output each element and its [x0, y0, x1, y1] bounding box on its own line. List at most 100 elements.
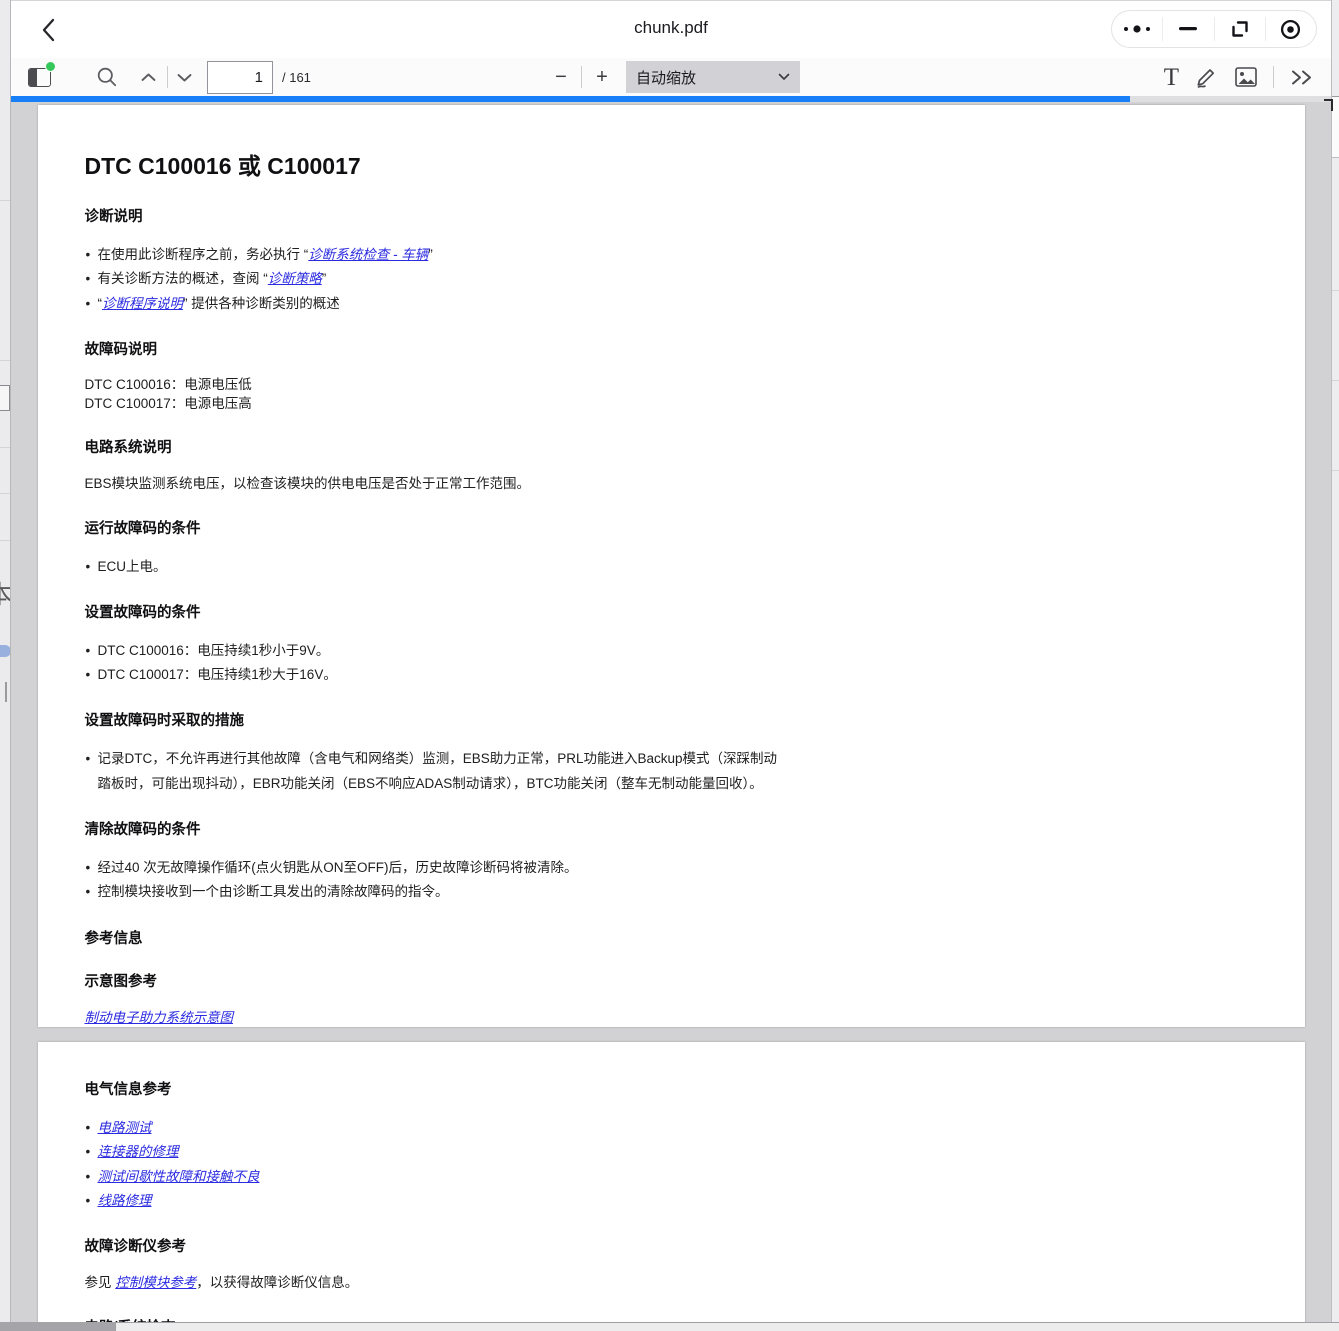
divider [1332, 290, 1339, 291]
divider [1273, 66, 1274, 88]
section-heading: 参考信息 [85, 927, 785, 948]
notification-dot [45, 61, 56, 72]
double-chevron-right-icon [1290, 69, 1315, 86]
paragraph: DTC C100016：电源电压低DTC C100017：电源电压高 [85, 376, 785, 414]
pdf-toolbar: / 161 − + 自动缩放 T [11, 58, 1331, 96]
section-heading: 设置故障码的条件 [85, 601, 785, 622]
bullet-item: 记录DTC，不允许再进行其他故障（含电气和网络类）监测，EBS助力正常，PRL功… [85, 747, 785, 796]
bullet-item: DTC C100017：电压持续1秒大于16V。 [85, 663, 785, 687]
chevron-down-icon [176, 72, 193, 83]
doc-link[interactable]: 线路修理 [98, 1193, 152, 1208]
doc-link[interactable]: 诊断程序说明 [102, 296, 183, 311]
zoom-out-button[interactable]: − [551, 66, 571, 89]
doc-link[interactable]: 诊断系统检查 - 车辆 [308, 247, 428, 262]
text-tool-button[interactable]: T [1164, 65, 1179, 90]
circle-dot-icon [1279, 18, 1302, 41]
page-number-input[interactable] [207, 61, 273, 94]
section-heading: 电气信息参考 [85, 1078, 785, 1099]
bullet-item: 线路修理 [85, 1189, 785, 1213]
restore-icon [1230, 19, 1250, 39]
bullet-item: DTC C100016：电压持续1秒小于9V。 [85, 639, 785, 663]
background-window-left-edge: 本 [0, 0, 11, 1331]
float-record-button[interactable] [1266, 11, 1316, 47]
clipped-panel-fragment [1332, 96, 1339, 158]
chevron-down-icon [778, 73, 790, 81]
zoom-mode-value: 自动缩放 [636, 67, 778, 88]
pdf-viewer-window: chunk.pdf [11, 0, 1331, 1331]
divider [167, 66, 168, 88]
doc-link[interactable]: 制动电子助力系统示意图 [85, 1010, 234, 1025]
minimize-icon [1179, 27, 1197, 31]
pdf-viewer-area[interactable]: DTC C100016 或 C100017 诊断说明在使用此诊断程序之前，务必执行… [11, 102, 1331, 1331]
divider [0, 447, 11, 448]
bullet-list: DTC C100016：电压持续1秒小于9V。DTC C100017：电压持续1… [85, 639, 785, 688]
minimize-button[interactable] [1163, 11, 1213, 47]
bullet-list: 电路测试连接器的修理测试间歇性故障和接触不良线路修理 [85, 1116, 785, 1213]
text-line: DTC C100017：电源电压高 [85, 395, 785, 414]
draw-tool-button[interactable] [1195, 65, 1219, 89]
section-heading: 故障诊断仪参考 [85, 1235, 785, 1256]
find-button[interactable] [96, 66, 118, 88]
bullet-item: ECU上电。 [85, 555, 785, 579]
bullet-item: 测试间歇性故障和接触不良 [85, 1165, 785, 1189]
cursor-fragment [1324, 99, 1333, 111]
doc-link[interactable]: 诊断策略 [268, 271, 322, 286]
bottom-edge-strip [0, 1322, 1339, 1331]
clipped-list-item [0, 385, 10, 411]
divider [0, 200, 11, 201]
bullet-list: 记录DTC，不允许再进行其他故障（含电气和网络类）监测，EBS助力正常，PRL功… [85, 747, 785, 796]
bullet-list: 在使用此诊断程序之前，务必执行 “诊断系统检查 - 车辆”有关诊断方法的概述，查… [85, 243, 785, 316]
clipped-text-fragment: 本 [0, 575, 11, 611]
doc-link[interactable]: 电路测试 [98, 1120, 152, 1135]
text-line: DTC C100016：电源电压低 [85, 376, 785, 395]
section-heading: 诊断说明 [85, 205, 785, 226]
doc-link[interactable]: 测试间歇性故障和接触不良 [98, 1169, 260, 1184]
bullet-list: ECU上电。 [85, 555, 785, 579]
paragraph: EBS模块监测系统电压，以检查该模块的供电电压是否处于正常工作范围。 [85, 474, 785, 495]
paragraph: 制动电子助力系统示意图 [85, 1008, 785, 1027]
bullet-list: 经过40 次无故障操作循环(点火钥匙从ON至OFF)后，历史故障诊断码将被清除。… [85, 856, 785, 905]
page-count-label: / 161 [282, 70, 311, 85]
zoom-in-button[interactable]: + [592, 66, 612, 89]
divider [0, 493, 11, 494]
divider [1332, 470, 1339, 471]
clipped-icon-fragment [0, 645, 11, 657]
section-heading: 电路系统说明 [85, 436, 785, 457]
bullet-item: 经过40 次无故障操作循环(点火钥匙从ON至OFF)后，历史故障诊断码将被清除。 [85, 856, 785, 880]
bullet-item: “诊断程序说明” 提供各种诊断类别的概述 [85, 292, 785, 316]
bottom-edge-dark-segment [0, 1322, 115, 1331]
clipped-divider-fragment [5, 682, 7, 702]
pencil-icon [1195, 65, 1219, 89]
titlebar: chunk.pdf [11, 1, 1331, 58]
background-window-right-edge [1331, 0, 1339, 1331]
bullet-item: 在使用此诊断程序之前，务必执行 “诊断系统检查 - 车辆” [85, 243, 785, 267]
section-heading: 设置故障码时采取的措施 [85, 709, 785, 730]
doc-title: DTC C100016 或 C100017 [85, 147, 785, 181]
bullet-item: 连接器的修理 [85, 1140, 785, 1164]
section-heading: 故障码说明 [85, 338, 785, 359]
pdf-page-1: DTC C100016 或 C100017 诊断说明在使用此诊断程序之前，务必执行… [38, 105, 1305, 1027]
divider [0, 540, 11, 541]
more-options-button[interactable] [1112, 11, 1162, 47]
doc-link[interactable]: 控制模块参考 [115, 1275, 196, 1290]
pdf-page-2: 电气信息参考电路测试连接器的修理测试间歇性故障和接触不良线路修理故障诊断仪参考参… [38, 1042, 1305, 1331]
add-image-button[interactable] [1235, 67, 1257, 87]
screen: 本 chunk.pdf [0, 0, 1339, 1331]
divider [0, 360, 11, 361]
divider [1332, 380, 1339, 381]
restore-button[interactable] [1215, 11, 1265, 47]
next-page-button[interactable] [176, 72, 193, 83]
bullet-item: 控制模块接收到一个由诊断工具发出的清除故障码的指令。 [85, 880, 785, 904]
ellipsis-icon [1122, 24, 1152, 34]
toggle-sidebar-button[interactable] [27, 67, 52, 87]
doc-link[interactable]: 连接器的修理 [98, 1144, 179, 1159]
previous-page-button[interactable] [140, 72, 157, 83]
zoom-mode-select[interactable]: 自动缩放 [626, 61, 800, 93]
bullet-item: 电路测试 [85, 1116, 785, 1140]
chevron-up-icon [140, 72, 157, 83]
bottom-edge-light-segment [115, 1322, 1339, 1331]
image-icon [1235, 67, 1257, 87]
section-heading: 清除故障码的条件 [85, 818, 785, 839]
section-heading: 运行故障码的条件 [85, 517, 785, 538]
more-tools-button[interactable] [1290, 69, 1315, 86]
